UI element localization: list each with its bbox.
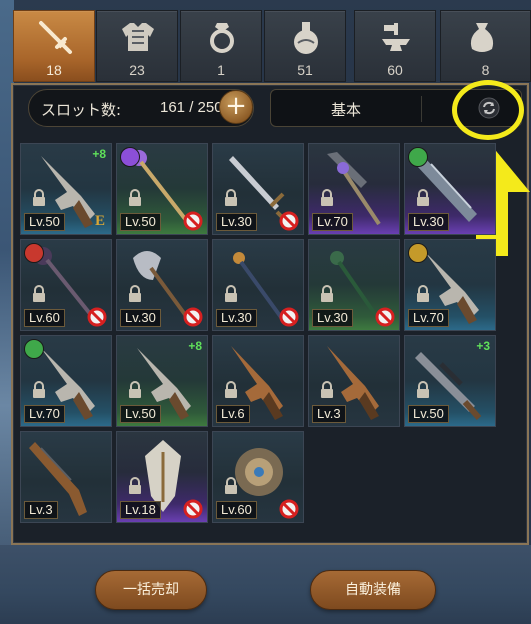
- item-level: Lv.70: [24, 405, 65, 423]
- auto-equip-button[interactable]: 自動装備: [310, 570, 436, 610]
- lock-icon: [225, 189, 237, 206]
- no-use-icon: [279, 307, 299, 327]
- highlight-circle: [452, 80, 524, 140]
- item-slot[interactable]: Lv.50: [116, 143, 208, 235]
- item-slot[interactable]: Lv.30: [404, 143, 496, 235]
- item-slot[interactable]: Lv.30: [116, 239, 208, 331]
- item-slot[interactable]: Lv.30: [212, 239, 304, 331]
- bulk-sell-button[interactable]: 一括売却: [95, 570, 207, 610]
- tab-consumable[interactable]: 51: [264, 10, 346, 82]
- item-slot[interactable]: Lv.6: [212, 335, 304, 427]
- sort-divider: [421, 96, 422, 122]
- item-level: Lv.50: [24, 213, 65, 231]
- lock-icon: [129, 189, 141, 206]
- lock-icon: [33, 285, 45, 302]
- lock-icon: [225, 381, 237, 398]
- item-level: Lv.18: [120, 501, 161, 519]
- item-slot[interactable]: Lv.60: [212, 431, 304, 523]
- slot-count-value: 161 / 250: [160, 99, 223, 116]
- item-level: Lv.30: [120, 309, 161, 327]
- item-slot[interactable]: Lv.70: [404, 239, 496, 331]
- enhance-level: +8: [92, 147, 106, 161]
- lock-icon: [33, 381, 45, 398]
- no-use-icon: [183, 307, 203, 327]
- backdrop-floor: [0, 545, 531, 624]
- item-slot[interactable]: Lv.30: [308, 239, 400, 331]
- ring-icon: [210, 23, 234, 53]
- item-slot[interactable]: Lv.70: [20, 335, 112, 427]
- tab-material[interactable]: 60: [354, 10, 436, 82]
- sort-label: 基本: [330, 101, 361, 119]
- element-badge-icon: [120, 147, 140, 167]
- item-level: Lv.30: [216, 309, 257, 327]
- item-slot[interactable]: +3 Lv.50: [404, 335, 496, 427]
- tab-count: 60: [387, 62, 403, 78]
- item-level: Lv.60: [24, 309, 65, 327]
- lock-icon: [417, 285, 429, 302]
- item-level: Lv.6: [216, 405, 250, 423]
- item-slot[interactable]: +8 Lv.50: [116, 335, 208, 427]
- tab-accessory[interactable]: 1: [180, 10, 262, 82]
- equipped-mark: E: [94, 213, 105, 229]
- item-level: Lv.50: [408, 405, 449, 423]
- sword-icon: [39, 21, 72, 54]
- item-slot[interactable]: Lv.3: [20, 431, 112, 523]
- tab-weapon[interactable]: 18: [13, 10, 95, 82]
- element-badge-icon: [24, 243, 44, 263]
- element-badge-icon: [408, 243, 428, 263]
- item-slot[interactable]: Lv.3: [308, 335, 400, 427]
- item-level: Lv.60: [216, 501, 257, 519]
- bag-icon: [470, 23, 494, 52]
- tab-count: 8: [481, 62, 490, 78]
- item-level: Lv.50: [120, 213, 161, 231]
- potion-icon: [294, 22, 318, 54]
- item-level: Lv.30: [408, 213, 449, 231]
- slot-count-label: スロット数:: [41, 101, 122, 119]
- tab-count: 1: [217, 62, 225, 78]
- item-slot[interactable]: Lv.18: [116, 431, 208, 523]
- no-use-icon: [279, 499, 299, 519]
- enhance-level: +3: [476, 339, 490, 353]
- tab-misc[interactable]: 8: [440, 10, 531, 82]
- enhance-level: +8: [188, 339, 202, 353]
- tab-count: 51: [297, 62, 313, 78]
- item-level: Lv.50: [120, 405, 161, 423]
- item-slot[interactable]: Lv.60: [20, 239, 112, 331]
- lock-icon: [321, 189, 333, 206]
- item-slot[interactable]: Lv.30: [212, 143, 304, 235]
- lock-icon: [321, 381, 333, 398]
- no-use-icon: [183, 499, 203, 519]
- lock-icon: [129, 381, 141, 398]
- no-use-icon: [87, 307, 107, 327]
- armor-icon: [122, 23, 154, 51]
- lock-icon: [33, 189, 45, 206]
- lock-icon: [225, 477, 237, 494]
- lock-icon: [225, 285, 237, 302]
- tab-count: 18: [46, 62, 62, 78]
- item-slot[interactable]: +8 Lv.50 E: [20, 143, 112, 235]
- item-level: Lv.3: [24, 501, 58, 519]
- lock-icon: [417, 381, 429, 398]
- item-level: Lv.30: [312, 309, 353, 327]
- lock-icon: [321, 285, 333, 302]
- no-use-icon: [183, 211, 203, 231]
- no-use-icon: [279, 211, 299, 231]
- item-level: Lv.30: [216, 213, 257, 231]
- element-badge-icon: [408, 147, 428, 167]
- lock-icon: [129, 285, 141, 302]
- element-badge-icon: [24, 339, 44, 359]
- item-level: Lv.70: [408, 309, 449, 327]
- tab-armor[interactable]: 23: [96, 10, 178, 82]
- lock-icon: [129, 477, 141, 494]
- no-use-icon: [375, 307, 395, 327]
- lock-icon: [417, 189, 429, 206]
- item-level: Lv.70: [312, 213, 353, 231]
- tab-count: 23: [129, 62, 145, 78]
- item-slot[interactable]: Lv.70: [308, 143, 400, 235]
- anvil-icon: [382, 23, 410, 51]
- item-level: Lv.3: [312, 405, 346, 423]
- expand-slots-button[interactable]: +: [219, 90, 253, 124]
